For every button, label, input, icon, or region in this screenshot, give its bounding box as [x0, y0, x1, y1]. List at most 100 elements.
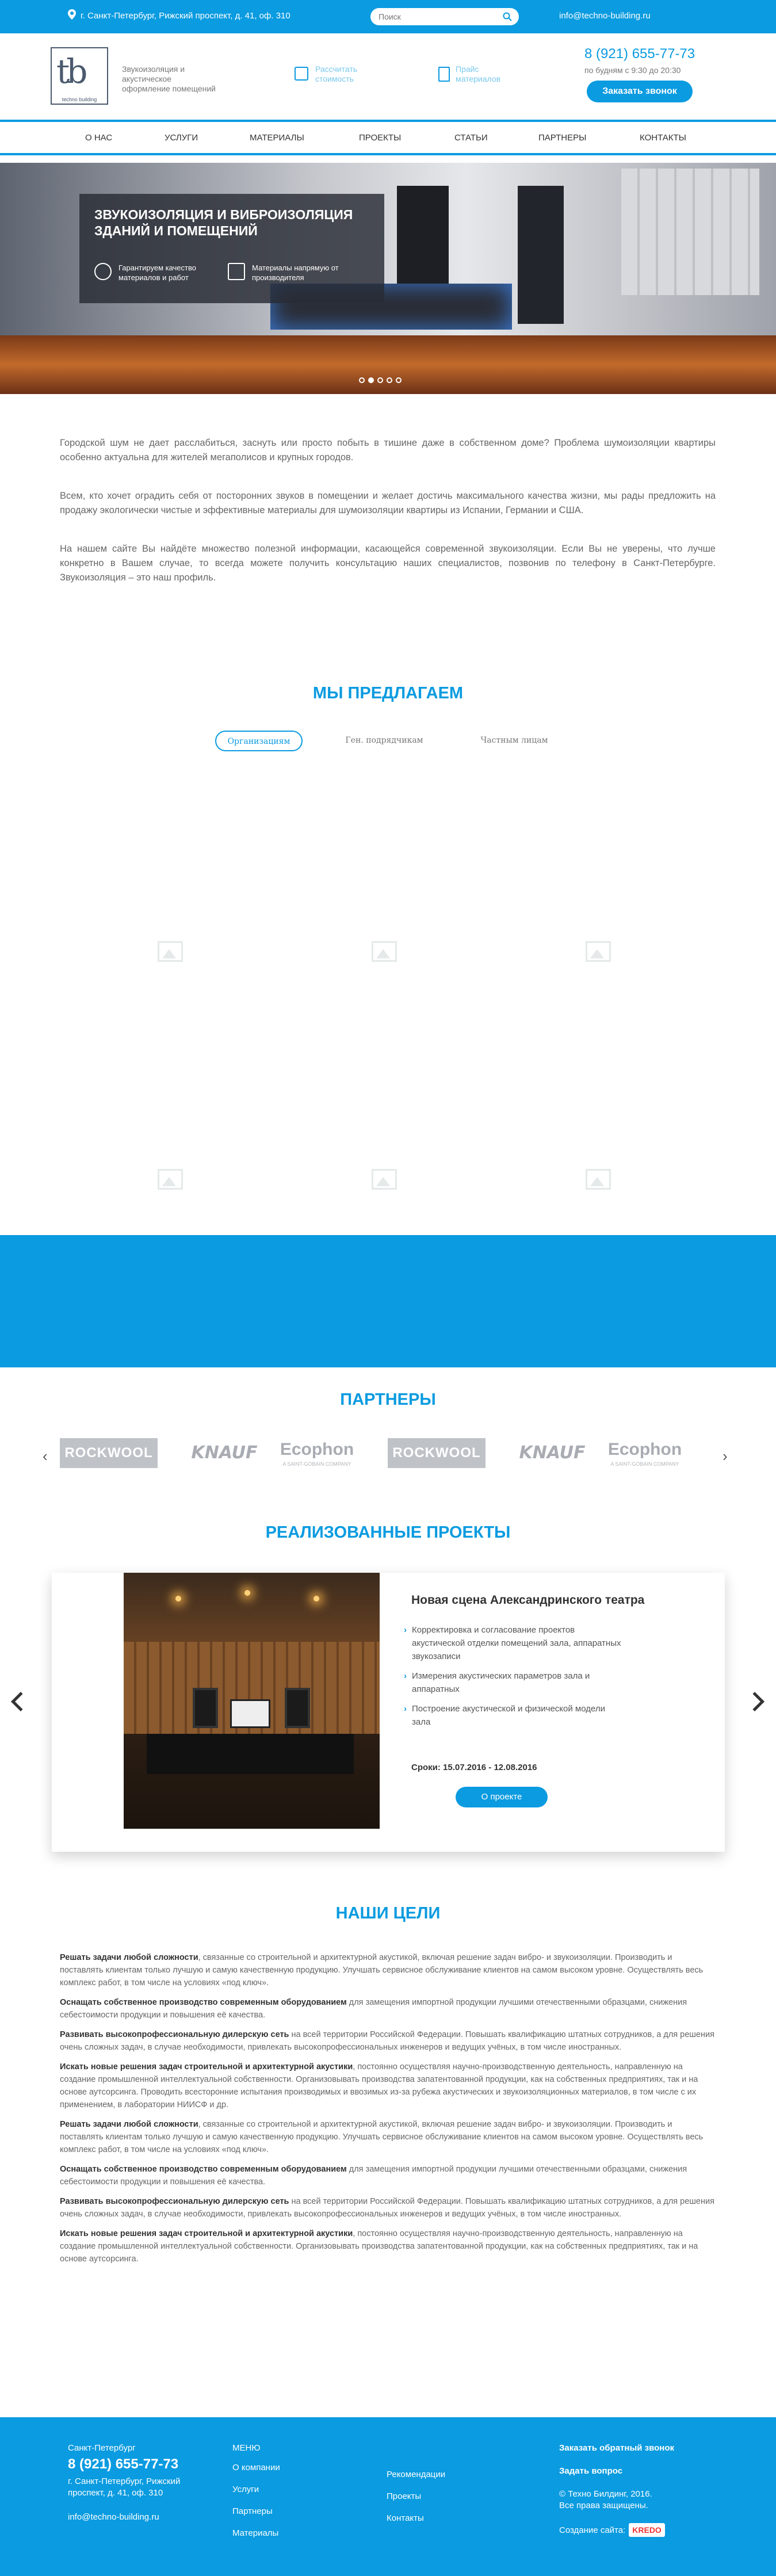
slide-title: Звукоизоляция и виброизоляция зданий и п…	[94, 207, 353, 238]
tab-organizations[interactable]: Организациям	[215, 731, 303, 751]
goals-text: Решать задачи любой сложности, связанные…	[60, 1951, 716, 2272]
nav-item-contacts[interactable]: Контакты	[640, 133, 686, 143]
kredo-logo[interactable]: KREDO	[629, 2523, 665, 2537]
project-task: › Измерения акустических параметров зала …	[404, 1669, 622, 1696]
project-name: Новая сцена Александринского театра	[411, 1593, 645, 1607]
top-address: г. Санкт-Петербург, Рижский проспект, д.…	[81, 11, 290, 21]
project-photo[interactable]	[124, 1573, 380, 1829]
slider-dot[interactable]	[396, 377, 402, 383]
intro-paragraph: На нашем сайте Вы найдёте множество поле…	[60, 544, 716, 583]
partner-logo-knauf[interactable]: KNAUF	[190, 1438, 259, 1468]
nav-item-projects[interactable]: Проекты	[359, 133, 401, 143]
slider-pagination	[359, 376, 405, 383]
project-task: › Построение акустической и физической мо…	[404, 1702, 622, 1729]
image-placeholder-icon[interactable]	[586, 941, 613, 964]
search-box[interactable]	[370, 8, 519, 25]
slide-benefit-manufacturer: Материалы напрямую от производителя	[228, 263, 360, 282]
footer-created-by: Создание сайта: KREDO	[559, 2523, 720, 2537]
search-icon[interactable]	[503, 12, 512, 21]
search-input[interactable]	[370, 8, 491, 25]
blue-banner	[0, 1235, 776, 1367]
project-tasks: › Корректировка и согласование проектов а…	[404, 1623, 622, 1735]
footer-link-recommendations[interactable]: Рекомендации	[387, 2469, 502, 2481]
price-list-link[interactable]: Прайс материалов	[438, 64, 513, 84]
ecophon-subtitle: A SAINT-GOBAIN COMPANY	[282, 1461, 351, 1467]
partner-logo-rockwool[interactable]: ROCKWOOL	[388, 1438, 486, 1468]
nav-item-services[interactable]: Услуги	[165, 133, 198, 143]
partner-logo-ecophon[interactable]: Ecophon A SAINT-GOBAIN COMPANY	[602, 1438, 688, 1468]
main-nav: О нас Услуги Материалы Проекты Статьи Па…	[0, 120, 776, 155]
goal-paragraph: Решать задачи любой сложности, связанные…	[60, 1953, 704, 1988]
footer: Санкт-Петербург 8 (921) 655-77-73 г. Сан…	[0, 2417, 776, 2576]
goal-paragraph: Искать новые решения задач строительной …	[60, 2062, 698, 2109]
projects-title: Реализованные проекты	[265, 1523, 511, 1542]
chevron-right-icon[interactable]: ›	[723, 1447, 728, 1465]
partner-logo-ecophon[interactable]: Ecophon A SAINT-GOBAIN COMPANY	[274, 1438, 360, 1468]
image-placeholder-icon[interactable]	[158, 941, 185, 964]
calculator-icon	[295, 67, 308, 81]
goal-paragraph: Оснащать собственное производство соврем…	[60, 2165, 687, 2187]
image-placeholder-icon[interactable]	[372, 1169, 399, 1192]
footer-link-projects[interactable]: Проекты	[387, 2491, 502, 2502]
document-icon	[438, 67, 450, 82]
image-placeholder-icon[interactable]	[586, 1169, 613, 1192]
ecophon-wordmark: Ecophon	[607, 1440, 682, 1459]
footer-rights: Все права защищены.	[559, 2501, 648, 2510]
slider-dot[interactable]	[377, 377, 383, 383]
footer-link-partners[interactable]: Партнеры	[232, 2506, 347, 2517]
site-logo[interactable]: tb techno building	[51, 47, 108, 105]
partner-logo-knauf[interactable]: KNAUF	[518, 1438, 587, 1468]
chevron-right-icon: ›	[404, 1671, 407, 1681]
tab-general-contractors[interactable]: Ген. подрядчикам	[335, 731, 433, 751]
footer-link-materials[interactable]: Материалы	[232, 2528, 347, 2539]
nav-item-partners[interactable]: Партнеры	[538, 133, 586, 143]
header-phone[interactable]: 8 (921) 655-77-73	[584, 46, 695, 62]
slider-dot[interactable]	[387, 377, 392, 383]
goal-paragraph: Развивать высокопрофессиональную дилерск…	[60, 2197, 714, 2219]
chevron-right-icon[interactable]	[745, 1692, 764, 1711]
slide-benefit-label: Материалы напрямую от производителя	[252, 263, 339, 282]
tab-private-persons[interactable]: Частным лицам	[467, 731, 561, 751]
image-placeholder-icon[interactable]	[158, 1169, 185, 1192]
lightbulb-icon	[94, 263, 112, 280]
chevron-left-icon[interactable]: ‹	[43, 1447, 48, 1465]
footer-menu-title: МЕНЮ	[232, 2443, 261, 2453]
chevron-left-icon[interactable]	[11, 1692, 30, 1711]
hero-slider[interactable]: Звукоизоляция и виброизоляция зданий и п…	[0, 163, 776, 394]
footer-link-about[interactable]: О компании	[232, 2462, 347, 2474]
partners-title: Партнеры	[340, 1390, 436, 1409]
logo-mark: tb	[56, 52, 87, 91]
intro-paragraph: Городской шум не дает расслабиться, засн…	[60, 438, 716, 463]
goal-paragraph: Искать новые решения задач строительной …	[60, 2229, 698, 2264]
footer-callback-link[interactable]: Заказать обратный звонок	[559, 2443, 720, 2454]
acoustic-panels-image	[621, 169, 759, 295]
order-call-button[interactable]: Заказать звонок	[587, 81, 693, 102]
image-placeholder-icon[interactable]	[372, 941, 399, 964]
calculate-cost-link[interactable]: Рассчитать стоимость	[295, 64, 373, 84]
goals-title: Наши цели	[335, 1904, 441, 1923]
footer-email-link[interactable]: info@techno-building.ru	[68, 2512, 223, 2523]
nav-item-about[interactable]: О нас	[85, 133, 112, 143]
nav-item-materials[interactable]: Материалы	[250, 133, 304, 143]
partner-logo-rockwool[interactable]: ROCKWOOL	[60, 1438, 158, 1468]
footer-question-link[interactable]: Задать вопрос	[559, 2466, 720, 2477]
working-hours: по будням с 9:30 до 20:30	[584, 66, 681, 75]
footer-link-contacts[interactable]: Контакты	[387, 2513, 502, 2524]
nav-item-articles[interactable]: Статьи	[454, 133, 488, 143]
footer-copyright: © Техно Билдинг, 2016.	[559, 2489, 652, 2499]
footer-link-services[interactable]: Услуги	[232, 2484, 347, 2495]
about-project-button[interactable]: О проекте	[456, 1787, 548, 1807]
chevron-right-icon: ›	[404, 1625, 407, 1635]
slide-benefit-label: Гарантируем качество материалов и работ	[118, 263, 196, 282]
wooden-floor-image	[0, 335, 776, 394]
goal-paragraph: Оснащать собственное производство соврем…	[60, 1998, 687, 2020]
slider-dot-active[interactable]	[368, 377, 374, 383]
slider-dot[interactable]	[359, 377, 365, 383]
top-bar: г. Санкт-Петербург, Рижский проспект, д.…	[0, 0, 776, 33]
slide-benefit-quality: Гарантируем качество материалов и работ	[94, 263, 204, 282]
ecophon-subtitle: A SAINT-GOBAIN COMPANY	[610, 1461, 679, 1467]
footer-phone[interactable]: 8 (921) 655-77-73	[68, 2457, 223, 2471]
top-email-link[interactable]: info@techno-building.ru	[559, 11, 651, 21]
calculate-cost-label: Рассчитать стоимость	[315, 64, 358, 83]
site-tagline: Звукоизоляция и акустическое оформление …	[122, 64, 216, 93]
